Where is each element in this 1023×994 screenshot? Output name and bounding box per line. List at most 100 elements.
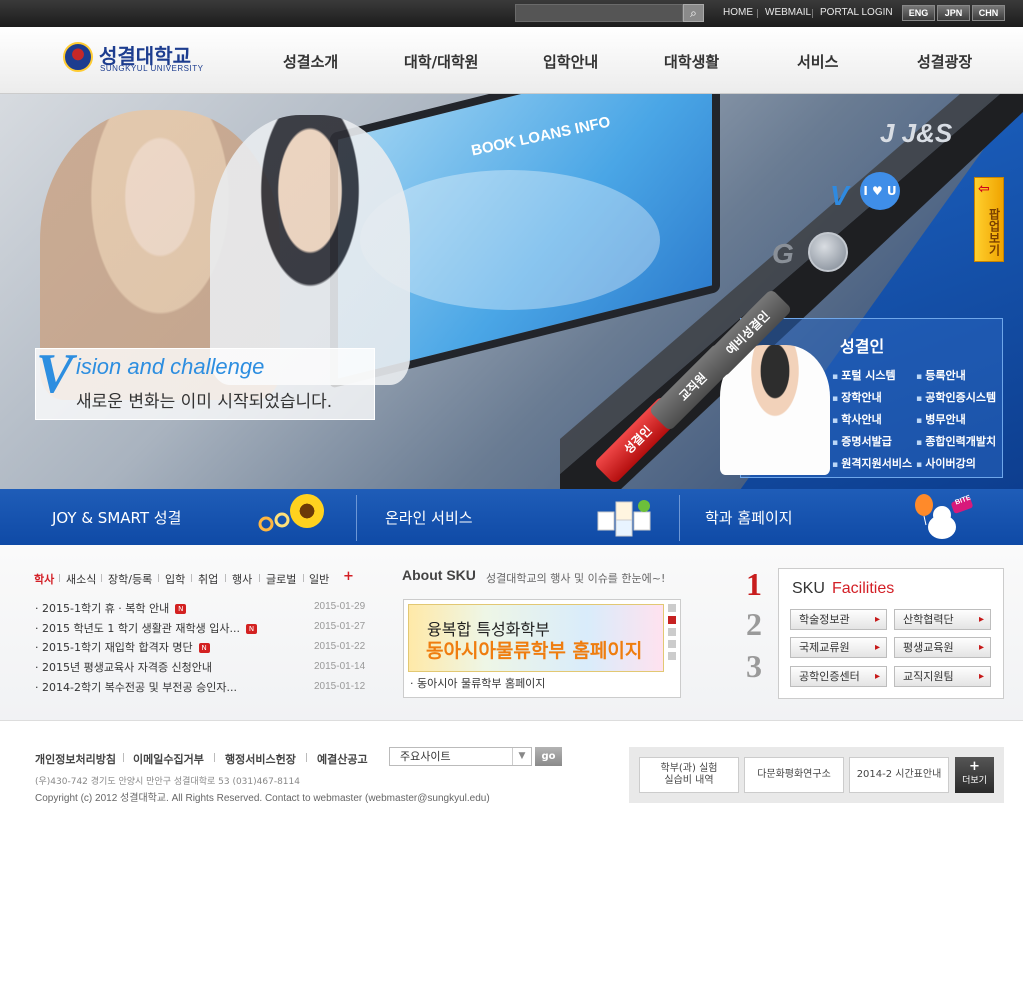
news-item[interactable]: · 2015 학년도 1 학기 생활관 재학생 입사... N: [35, 620, 258, 636]
divider: [259, 574, 260, 582]
about-banner-line2: 동아시아물류학부 홈페이지: [426, 640, 643, 662]
tab-news[interactable]: 새소식: [66, 571, 96, 587]
nav-admission[interactable]: 입학안내: [543, 51, 598, 72]
webmail-link[interactable]: WEBMAIL: [765, 7, 811, 18]
slide-indicator[interactable]: [668, 640, 676, 648]
slide-indicator[interactable]: [668, 604, 676, 612]
lang-chn-button[interactable]: CHN: [972, 5, 1005, 21]
banner-lab-expenses[interactable]: 학부(과) 실험 실습비 내역: [639, 757, 739, 793]
nav-campus-life[interactable]: 대학생활: [664, 51, 719, 72]
portal-link-registration[interactable]: 등록안내: [916, 367, 965, 383]
globe-icon[interactable]: [808, 232, 848, 272]
joy-smart-link[interactable]: JOY & SMART 성결: [52, 507, 181, 528]
js-letter[interactable]: J J&S: [880, 118, 952, 149]
online-service-link[interactable]: 온라인 서비스: [385, 507, 473, 528]
student-photo: [210, 115, 410, 385]
about-sku-subtitle: 성결대학교의 행사 및 이슈를 한눈에~!: [486, 572, 666, 585]
facility-lifelong-button[interactable]: 평생교육원: [894, 637, 991, 658]
facility-teaching-button[interactable]: 교직지원팀: [894, 666, 991, 687]
nav-plaza[interactable]: 성결광장: [917, 51, 972, 72]
new-badge-icon: N: [198, 643, 210, 653]
footer-email-refusal-link[interactable]: 이메일수집거부: [133, 751, 204, 767]
portal-link-cyber-lecture[interactable]: 사이버강의: [916, 455, 976, 471]
tab-global[interactable]: 글로벌: [266, 571, 296, 587]
vision-v-letter: V: [36, 343, 74, 405]
facility-library-button[interactable]: 학술정보관: [790, 609, 887, 630]
news-item[interactable]: · 2014-2학기 복수전공 및 부전공 승인자...: [35, 679, 237, 695]
news-date: 2015-01-12: [314, 681, 366, 692]
divider: [812, 9, 813, 18]
sunflower-icon: [290, 494, 324, 528]
chevron-down-icon[interactable]: ▼: [512, 748, 531, 765]
nav-about[interactable]: 성결소개: [283, 51, 338, 72]
divider: [158, 574, 159, 582]
tab-events[interactable]: 행사: [232, 571, 252, 587]
portal-link-career[interactable]: 종합인력개발치: [916, 433, 996, 449]
banner-multicultural[interactable]: 다문화평화연구소: [744, 757, 844, 793]
department-homepage-link[interactable]: 학과 홈페이지: [705, 507, 793, 528]
facility-eng-cert-button[interactable]: 공학인증센터: [790, 666, 887, 687]
go-button[interactable]: go: [535, 747, 562, 766]
facility-industry-button[interactable]: 산학협력단: [894, 609, 991, 630]
portal-link-scholarship[interactable]: 장학안내: [832, 389, 881, 405]
news-item[interactable]: · 2015-1학기 휴 · 복학 안내 N: [35, 600, 187, 616]
facilities-title-accent: Facilities: [832, 580, 895, 597]
about-sku-title: About SKU: [402, 567, 476, 583]
tab-academic[interactable]: 학사: [34, 571, 54, 587]
g-letter[interactable]: G: [772, 238, 794, 270]
facilities-title: SKU: [792, 580, 825, 597]
facility-number: 3: [746, 648, 762, 684]
nav-colleges[interactable]: 대학/대학원: [404, 51, 478, 72]
news-item[interactable]: · 2015년 평생교육사 자격증 신청안내: [35, 659, 212, 675]
portal-link-academic[interactable]: 학사안내: [832, 411, 881, 427]
portal-link-engineering-cert[interactable]: 공학인증시스템: [916, 389, 996, 405]
portal-title: 성결인: [840, 337, 885, 356]
news-date: 2015-01-29: [314, 601, 366, 612]
tab-scholarship[interactable]: 장학/등록: [108, 571, 152, 587]
university-emblem-icon[interactable]: [63, 42, 93, 72]
tab-admission[interactable]: 입학: [165, 571, 185, 587]
logo-english[interactable]: SUNGKYUL UNIVERSITY: [100, 64, 203, 73]
new-badge-icon: N: [175, 604, 187, 614]
portal-link-remote-support[interactable]: 원격지원서비스: [832, 455, 912, 471]
footer-address: (우)430-742 경기도 안양시 만안구 성결대학로 53 (031)467…: [35, 777, 300, 787]
slide-indicator-active[interactable]: [668, 616, 676, 624]
slide-indicator[interactable]: [668, 628, 676, 636]
portal-link-certificate[interactable]: 증명서발급: [832, 433, 892, 449]
footer-privacy-link[interactable]: 개인정보처리방침: [35, 751, 116, 767]
news-date: 2015-01-27: [314, 621, 366, 632]
tab-general[interactable]: 일반: [309, 571, 329, 587]
v-letter[interactable]: V: [830, 180, 849, 212]
more-button[interactable]: + 더보기: [955, 757, 994, 793]
banner-timetable[interactable]: 2014-2 시간표안내: [849, 757, 949, 793]
lang-eng-button[interactable]: ENG: [902, 5, 935, 21]
about-caption-link[interactable]: · 동아시아 물류학부 홈페이지: [410, 675, 545, 691]
online-cards-icon: [597, 500, 651, 537]
heart-bubble-icon[interactable]: I ♥ U: [860, 172, 900, 210]
tab-employment[interactable]: 취업: [198, 571, 218, 587]
portal-link-portal-system[interactable]: 포털 시스템: [832, 367, 895, 383]
footer-service-charter-link[interactable]: 행정서비스헌장: [225, 751, 296, 767]
divider: [123, 753, 124, 762]
more-label: 더보기: [962, 776, 987, 786]
nav-services[interactable]: 서비스: [797, 51, 838, 72]
home-link[interactable]: HOME: [723, 7, 753, 18]
footer-budget-link[interactable]: 예결산공고: [317, 751, 368, 767]
portal-login-link[interactable]: PORTAL LOGIN: [820, 7, 893, 18]
more-news-plus-icon[interactable]: +: [343, 569, 354, 584]
facility-number: 2: [746, 606, 762, 642]
divider: [191, 574, 192, 582]
lang-jpn-button[interactable]: JPN: [937, 5, 970, 21]
divider: [679, 495, 680, 541]
site-select[interactable]: 주요사이트: [389, 747, 532, 766]
divider: [101, 574, 102, 582]
portal-link-military[interactable]: 병무안내: [916, 411, 965, 427]
news-item[interactable]: · 2015-1학기 재입학 합격자 명단 N: [35, 639, 210, 655]
slide-indicator[interactable]: [668, 652, 676, 660]
search-icon[interactable]: ⌕: [683, 4, 704, 22]
divider: [225, 574, 226, 582]
facility-intl-button[interactable]: 국제교류원: [790, 637, 887, 658]
search-input[interactable]: [515, 4, 683, 22]
divider: [303, 574, 304, 582]
vision-subtitle: 새로운 변화는 이미 시작되었습니다.: [76, 392, 333, 412]
